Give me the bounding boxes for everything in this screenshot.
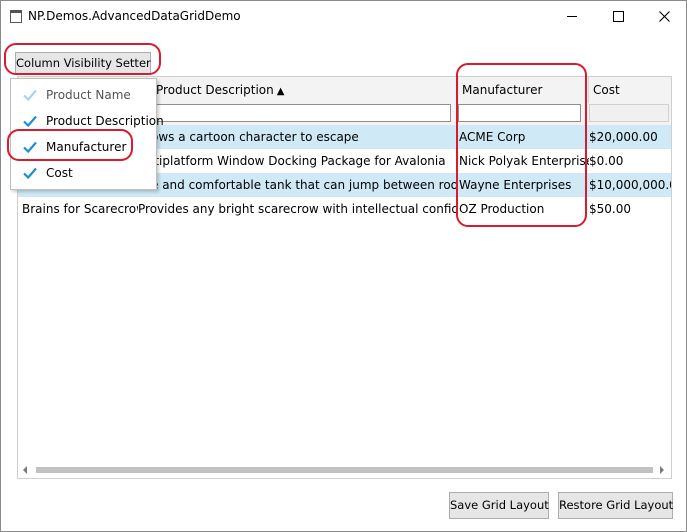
menu-item-cost[interactable]: Cost	[11, 160, 156, 186]
app-icon	[10, 10, 22, 23]
manufacturer-filter-input[interactable]	[458, 104, 581, 122]
minimize-icon[interactable]	[549, 1, 595, 32]
column-header-product-description[interactable]: Product Description ▲	[147, 77, 458, 103]
checkmark-icon	[23, 141, 37, 154]
manufacturer-cell: ACME Corp	[459, 130, 526, 144]
column-header-manufacturer[interactable]: Manufacturer	[458, 77, 589, 103]
table-row[interactable]: Brains for Scarecrow Provides any bright…	[18, 197, 671, 221]
horizontal-scrollbar[interactable]	[18, 462, 671, 478]
close-icon[interactable]	[641, 1, 687, 32]
menu-item-label: Product Description	[46, 114, 164, 128]
menu-item-label: Manufacturer	[46, 140, 127, 154]
checkmark-icon	[23, 115, 37, 128]
column-header-cost[interactable]: Cost	[589, 77, 671, 103]
column-header-label: Cost	[593, 83, 620, 97]
cost-cell: $50.00	[589, 202, 631, 216]
column-visibility-menu: Product Name Product Description Manufac…	[10, 78, 164, 190]
cost-cell: $0.00	[589, 154, 624, 168]
menu-item-product-description[interactable]: Product Description	[11, 108, 164, 134]
manufacturer-cell: OZ Production	[459, 202, 545, 216]
menu-item-product-name: Product Name	[11, 82, 156, 108]
column-visibility-setter-button[interactable]: Column Visibility Setter	[15, 52, 151, 74]
save-grid-layout-button[interactable]: Save Grid Layout	[449, 492, 549, 519]
column-header-label: Manufacturer	[462, 83, 543, 97]
maximize-icon[interactable]	[595, 1, 641, 32]
menu-item-manufacturer[interactable]: Manufacturer	[11, 134, 156, 160]
app-window: NP.Demos.AdvancedDataGridDemo Product De…	[0, 0, 687, 532]
manufacturer-cell: Wayne Enterprises	[459, 178, 572, 192]
scroll-left-icon[interactable]	[23, 466, 27, 474]
scrollbar-thumb[interactable]	[36, 467, 653, 473]
sort-ascending-icon: ▲	[276, 86, 285, 97]
window-title: NP.Demos.AdvancedDataGridDemo	[28, 9, 241, 23]
product-description-cell: ows a cartoon character to escape	[151, 130, 359, 144]
manufacturer-cell: Nick Polyak Enterprises	[459, 154, 589, 168]
cost-cell: $20,000.00	[589, 130, 658, 144]
restore-grid-layout-button[interactable]: Restore Grid Layout	[558, 492, 673, 519]
checkmark-icon	[23, 89, 37, 102]
scroll-right-icon[interactable]	[660, 466, 664, 474]
product-description-cell: ltiplatform Window Docking Package for A…	[151, 154, 446, 168]
cost-filter-input	[589, 104, 669, 122]
menu-item-label: Product Name	[46, 88, 131, 102]
description-filter-input[interactable]	[149, 104, 451, 122]
menu-item-label: Cost	[46, 166, 73, 180]
title-bar[interactable]: NP.Demos.AdvancedDataGridDemo	[1, 1, 686, 32]
product-name-cell: Brains for Scarecrow	[22, 202, 138, 216]
product-description-cell: Provides any bright scarecrow with intel…	[138, 202, 458, 216]
product-description-cell: e and comfortable tank that can jump bet…	[151, 178, 458, 192]
column-header-label: Product Description	[156, 83, 274, 97]
checkmark-icon	[23, 167, 37, 180]
cost-cell: $10,000,000.00	[589, 178, 671, 192]
